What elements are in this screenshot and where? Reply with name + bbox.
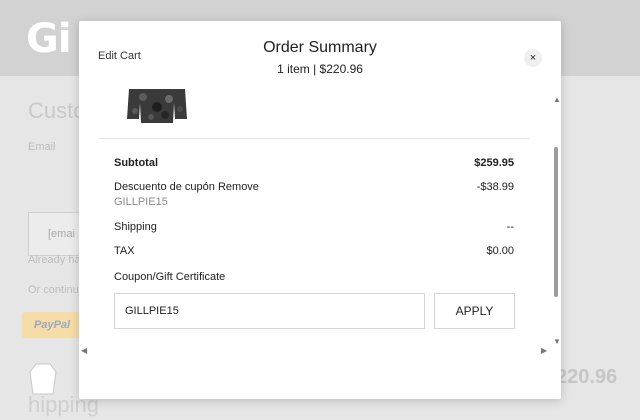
tax-label: TAX [114, 245, 135, 257]
or-continue-text: Or continu [28, 284, 79, 296]
subtotal-value: $259.95 [474, 157, 514, 169]
tax-value: $0.00 [486, 245, 514, 257]
paypal-button: PayPal [22, 312, 84, 338]
discount-code: GILLPIE15 [114, 196, 168, 208]
order-summary-modal: Edit Cart Order Summary 1 item | $220.96… [79, 21, 561, 399]
vertical-scroll-thumb[interactable] [554, 147, 558, 297]
background-product-thumbnail [29, 363, 57, 395]
product-thumbnail [127, 89, 187, 123]
paypal-label: PayPal [34, 319, 71, 331]
modal-title: Order Summary [263, 39, 377, 56]
scroll-left-arrow-icon[interactable]: ◀ [81, 346, 87, 355]
apply-coupon-button[interactable]: APPLY [434, 293, 515, 329]
discount-value: -$38.99 [476, 181, 514, 193]
section-divider [99, 138, 529, 139]
close-button[interactable]: × [524, 49, 542, 67]
background-price: 220.96 [556, 366, 618, 388]
shipping-label: Shipping [114, 221, 157, 233]
checkout-title: Custo [28, 98, 86, 123]
scroll-up-arrow-icon[interactable]: ▲ [553, 95, 561, 104]
vertical-scrollbar[interactable]: ▲ ▼ [551, 91, 561, 349]
coupon-input[interactable] [114, 293, 425, 329]
shipping-value: -- [506, 221, 514, 233]
scroll-right-arrow-icon[interactable]: ▶ [541, 346, 547, 355]
subtotal-label: Subtotal [114, 157, 158, 169]
discount-label: Descuento de cupón Remove [114, 181, 259, 193]
close-icon: × [529, 52, 537, 64]
already-have-account-text: Already ha [28, 254, 81, 266]
horizontal-scrollbar[interactable]: ◀ ▶ [79, 345, 551, 357]
coupon-label: Coupon/Gift Certificate [114, 271, 226, 283]
site-logo: Gi [26, 16, 72, 62]
email-field-placeholder: [emai [48, 228, 75, 240]
email-label: Email [28, 141, 56, 153]
modal-subtitle: 1 item | $220.96 [277, 62, 363, 76]
scroll-down-arrow-icon[interactable]: ▼ [553, 337, 561, 346]
